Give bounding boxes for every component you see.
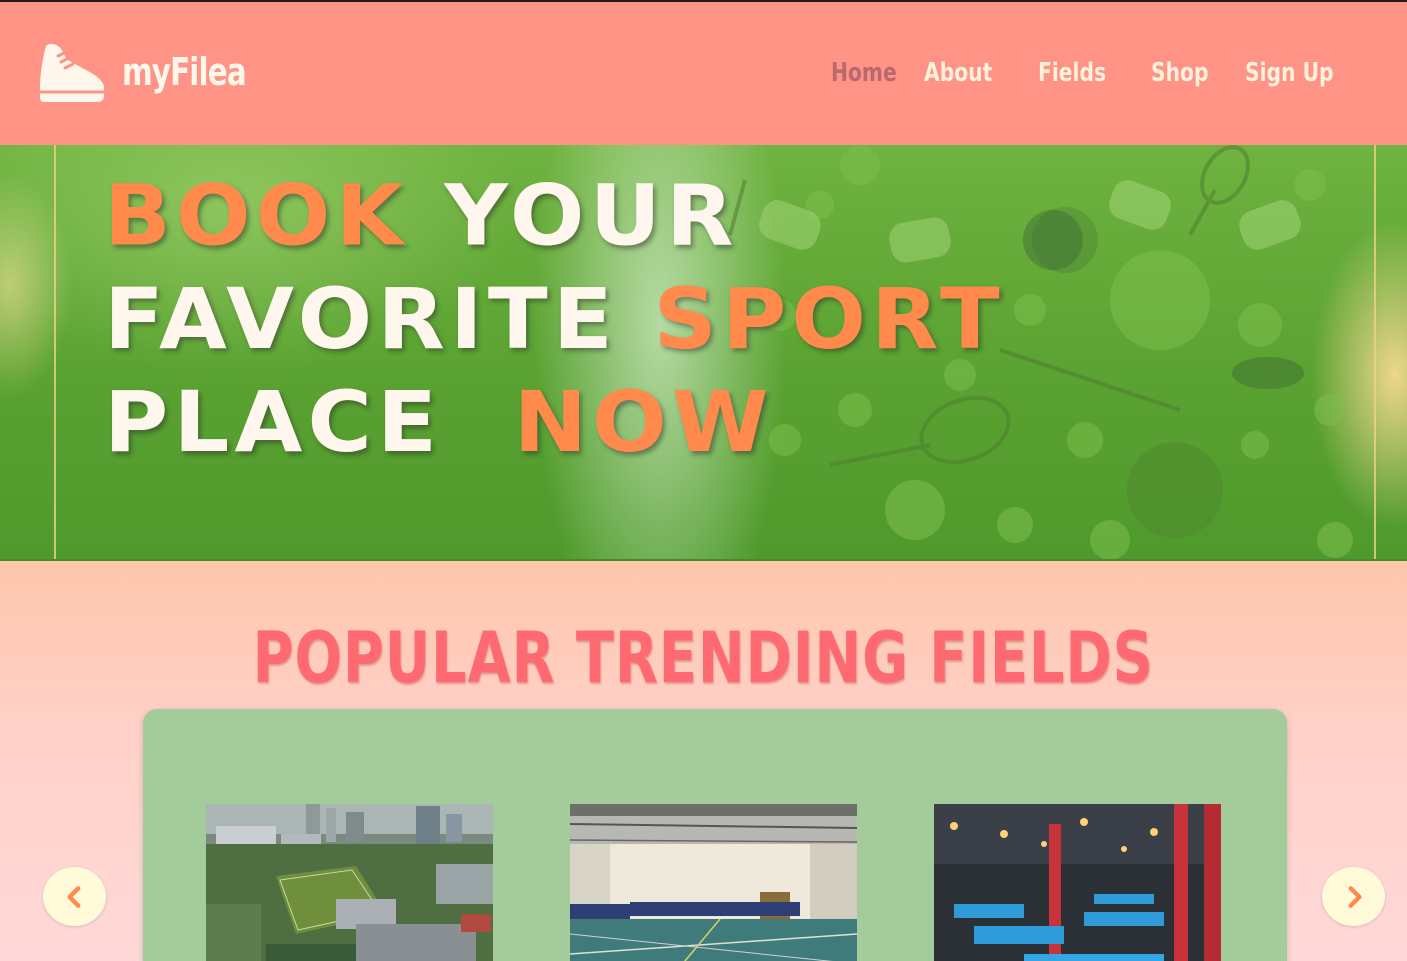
hero-word-your: YOUR: [444, 167, 739, 266]
chevron-left-icon: [66, 885, 80, 908]
hero-frame-right: [1374, 145, 1376, 559]
hero-word-place: PLACE: [104, 374, 443, 472]
hero-word-book: BOOK: [104, 167, 409, 266]
nav-about[interactable]: About: [924, 58, 992, 88]
field-card-indoor-hall[interactable]: [570, 804, 857, 961]
carousel-prev-button[interactable]: [43, 867, 106, 926]
site-header: myFilea Home About Fields Shop Sign Up: [0, 0, 1407, 145]
hero-word-sport: SPORT: [653, 270, 1005, 369]
chevron-right-icon: [1348, 885, 1362, 908]
fields-carousel: [143, 709, 1287, 961]
hero-word-favorite: FAVORITE: [104, 270, 618, 369]
field-card-billiard[interactable]: [934, 804, 1221, 961]
field-card-football[interactable]: [206, 804, 493, 961]
nav-home[interactable]: Home: [831, 58, 897, 88]
hero-word-now: NOW: [513, 374, 774, 472]
nav-sign-up[interactable]: Sign Up: [1245, 58, 1334, 88]
main-nav: Home About Fields Shop Sign Up: [0, 58, 1407, 94]
section-title: POPULAR TRENDING FIELDS: [252, 617, 1155, 699]
hero-headline: BOOK YOUR FAVORITE SPORT PLACE NOW: [104, 165, 1005, 475]
hero-line-2: FAVORITE SPORT: [104, 268, 1005, 371]
hero-line-1: BOOK YOUR: [104, 165, 1005, 268]
hero-banner: BOOK YOUR FAVORITE SPORT PLACE NOW: [0, 145, 1407, 561]
trending-section: POPULAR TRENDING FIELDS: [0, 561, 1407, 961]
hero-line-3: PLACE NOW: [104, 372, 1005, 475]
hero-frame-left: [54, 145, 56, 559]
field-photo-football: [206, 804, 493, 961]
field-photo-billiard: [934, 804, 1221, 961]
nav-fields[interactable]: Fields: [1038, 58, 1106, 88]
field-photo-indoor-hall: [570, 804, 857, 961]
nav-shop[interactable]: Shop: [1151, 58, 1209, 88]
carousel-next-button[interactable]: [1322, 867, 1385, 926]
